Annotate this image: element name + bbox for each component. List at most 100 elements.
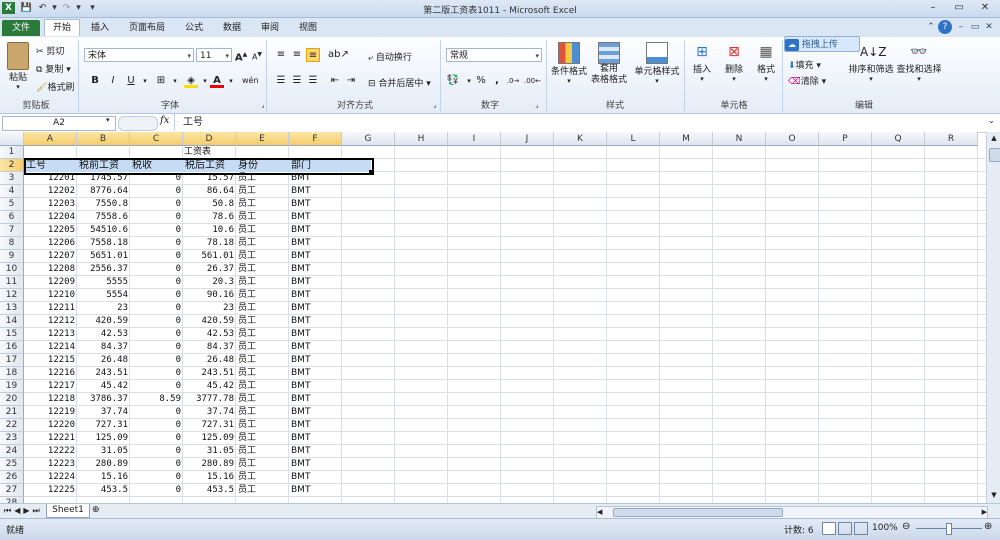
row-header[interactable]: 14	[0, 315, 24, 328]
cell[interactable]: BMT	[291, 198, 340, 211]
row-header[interactable]: 16	[0, 341, 24, 354]
select-all-corner[interactable]	[0, 132, 24, 146]
cell[interactable]: 420.59	[79, 315, 128, 328]
page-break-view-icon[interactable]	[854, 522, 868, 535]
row-header[interactable]: 18	[0, 367, 24, 380]
insert-function-icon[interactable]: fx	[160, 115, 169, 126]
cell[interactable]: 12203	[26, 198, 75, 211]
cell[interactable]: BMT	[291, 302, 340, 315]
scroll-left-icon[interactable]: ◀	[597, 507, 602, 518]
cell[interactable]: BMT	[291, 354, 340, 367]
row-header[interactable]: 21	[0, 406, 24, 419]
row-header[interactable]: 26	[0, 471, 24, 484]
cell[interactable]: 561.01	[185, 250, 234, 263]
cell[interactable]: 0	[132, 458, 181, 471]
column-label-cell[interactable]: 税前工资	[79, 159, 119, 172]
scroll-up-icon[interactable]: ▲	[988, 132, 1000, 144]
cell[interactable]: 0	[132, 419, 181, 432]
cell[interactable]: 12219	[26, 406, 75, 419]
decrease-decimal-icon[interactable]: .00←	[524, 74, 541, 88]
column-header-j[interactable]: J	[501, 132, 554, 146]
cell[interactable]: 78.6	[185, 211, 234, 224]
increase-indent-icon[interactable]: ⇥	[344, 74, 358, 88]
vertical-scroll-thumb[interactable]	[989, 148, 1000, 162]
cell[interactable]: 员工	[238, 328, 287, 341]
cell[interactable]: 26.37	[185, 263, 234, 276]
cell[interactable]: 员工	[238, 367, 287, 380]
cell[interactable]: 12212	[26, 315, 75, 328]
cell[interactable]: 7550.8	[79, 198, 128, 211]
column-header-h[interactable]: H	[395, 132, 448, 146]
cell[interactable]: 员工	[238, 406, 287, 419]
orientation-icon[interactable]: ab↗	[328, 48, 349, 62]
cell[interactable]: 15.16	[185, 471, 234, 484]
cell[interactable]: BMT	[291, 419, 340, 432]
row-header[interactable]: 22	[0, 419, 24, 432]
cell[interactable]: 员工	[238, 445, 287, 458]
cell[interactable]: 员工	[238, 289, 287, 302]
sheet-tab-sheet1[interactable]: Sheet1	[46, 504, 90, 518]
cell[interactable]: 0	[132, 289, 181, 302]
cell[interactable]: 0	[132, 302, 181, 315]
row-header[interactable]: 15	[0, 328, 24, 341]
row-header[interactable]: 27	[0, 484, 24, 497]
tab-view[interactable]: 视图	[292, 20, 324, 36]
cell[interactable]: 280.89	[185, 458, 234, 471]
row-header[interactable]: 11	[0, 276, 24, 289]
vertical-scrollbar[interactable]: ▲ ▼	[986, 132, 1000, 503]
font-size-combo[interactable]: 11 ▾	[196, 48, 232, 62]
row-header[interactable]: 5	[0, 198, 24, 211]
row-header[interactable]: 8	[0, 237, 24, 250]
cell[interactable]: 12205	[26, 224, 75, 237]
name-box-dropdown-icon[interactable]: ▾	[106, 116, 110, 124]
fill-handle[interactable]	[369, 170, 373, 174]
cell-styles-button[interactable]: 单元格样式 ▾	[634, 42, 680, 85]
wrap-text-button[interactable]: ⤶ 自动换行	[368, 50, 412, 63]
cell[interactable]: 84.37	[79, 341, 128, 354]
cell[interactable]: 员工	[238, 393, 287, 406]
accounting-format-icon[interactable]: 💱	[446, 74, 460, 88]
cell[interactable]: 12206	[26, 237, 75, 250]
cell[interactable]: BMT	[291, 237, 340, 250]
cell[interactable]: 78.18	[185, 237, 234, 250]
column-header-p[interactable]: P	[819, 132, 872, 146]
cell[interactable]: 员工	[238, 211, 287, 224]
cell[interactable]: 31.05	[185, 445, 234, 458]
cell[interactable]: BMT	[291, 289, 340, 302]
cell[interactable]: 员工	[238, 198, 287, 211]
font-name-combo[interactable]: 宋体 ▾	[84, 48, 194, 62]
cell[interactable]: 15.16	[79, 471, 128, 484]
cell[interactable]: 86.64	[185, 185, 234, 198]
fill-color-icon[interactable]: ◈	[184, 74, 198, 88]
row-header[interactable]: 12	[0, 289, 24, 302]
cell[interactable]: 0	[132, 484, 181, 497]
cell[interactable]: 0	[132, 406, 181, 419]
column-label-cell[interactable]: 部门	[291, 159, 311, 172]
cell[interactable]: BMT	[291, 172, 340, 185]
cell[interactable]: 12209	[26, 276, 75, 289]
column-header-q[interactable]: Q	[872, 132, 925, 146]
align-bottom-icon[interactable]: ≡	[306, 48, 320, 62]
cell[interactable]: 280.89	[79, 458, 128, 471]
cell[interactable]: 员工	[238, 354, 287, 367]
cell[interactable]: 0	[132, 380, 181, 393]
cell[interactable]: 0	[132, 224, 181, 237]
row-header[interactable]: 7	[0, 224, 24, 237]
cell[interactable]: 5555	[79, 276, 128, 289]
conditional-formatting-button[interactable]: 条件格式 ▾	[550, 42, 588, 85]
cell[interactable]: 50.8	[185, 198, 234, 211]
cell[interactable]: 员工	[238, 484, 287, 497]
cell[interactable]: BMT	[291, 328, 340, 341]
cell[interactable]: 员工	[238, 471, 287, 484]
cell[interactable]: 727.31	[79, 419, 128, 432]
borders-icon[interactable]: ⊞	[154, 74, 168, 88]
cell[interactable]: 员工	[238, 276, 287, 289]
cell[interactable]: 12217	[26, 380, 75, 393]
column-header-l[interactable]: L	[607, 132, 660, 146]
cell[interactable]: 0	[132, 445, 181, 458]
cell[interactable]: 0	[132, 432, 181, 445]
cell[interactable]: 12213	[26, 328, 75, 341]
zoom-in-icon[interactable]: ⊕	[984, 521, 992, 532]
cell[interactable]: 0	[132, 211, 181, 224]
maximize-icon[interactable]: ▭	[946, 0, 972, 16]
